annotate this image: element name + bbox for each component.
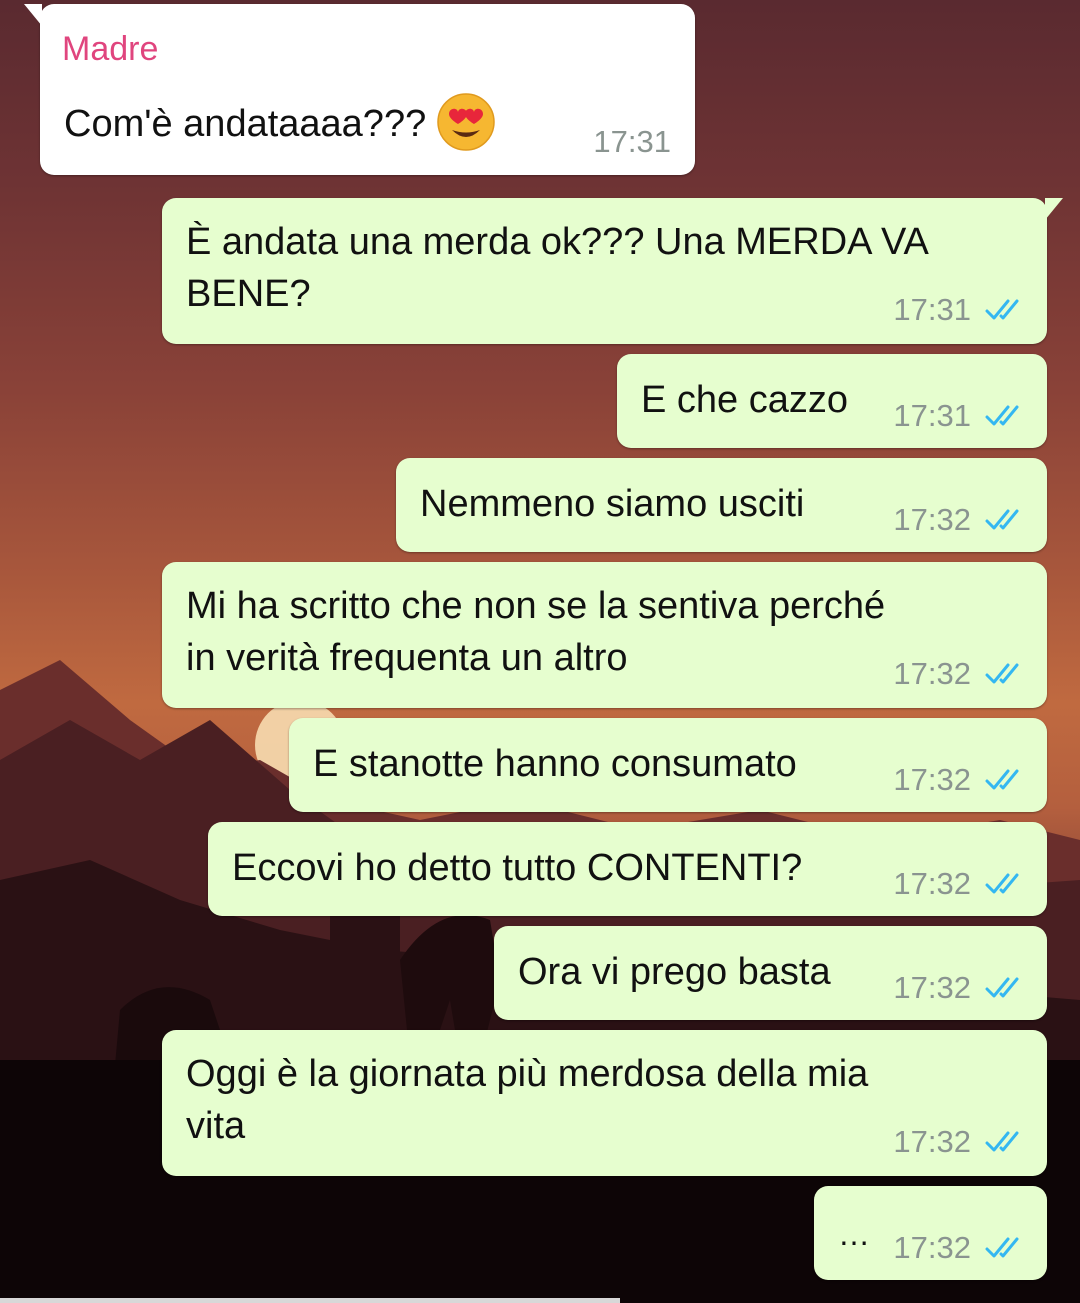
message-time: 17:32 — [893, 1230, 971, 1265]
message-bubble-outgoing[interactable]: Nemmeno siamo usciti 17:32 — [396, 458, 1047, 552]
message-time: 17:32 — [893, 656, 971, 691]
message-bubble-outgoing[interactable]: Oggi è la giornata più merdosa della mia… — [162, 1030, 1047, 1176]
bubble-tail — [24, 4, 42, 26]
bubble-tail — [1045, 198, 1063, 220]
message-bubble-incoming[interactable]: Madre Com'è andataaaa??? 17:31 — [24, 4, 695, 175]
message-meta: 17:32 — [893, 866, 1023, 902]
message-text-line: Ora vi prego basta — [518, 951, 831, 993]
message-meta: 17:32 — [893, 1124, 1023, 1160]
message-text-line: È andata una merda ok??? Una MERDA VA — [186, 221, 929, 263]
read-double-check-icon — [985, 663, 1019, 684]
message-text-line: Eccovi ho detto tutto CONTENTI? — [232, 847, 803, 889]
message-text: Com'è andataaaa??? — [64, 93, 496, 156]
message-time: 17:32 — [893, 502, 971, 537]
read-double-check-icon — [985, 299, 1019, 320]
read-double-check-icon — [985, 509, 1019, 530]
heart-eyes-emoji-icon — [436, 92, 496, 152]
message-meta: 17:31 — [593, 124, 671, 160]
message-text-line: Nemmeno siamo usciti — [420, 483, 805, 525]
message-text-line: … — [838, 1216, 870, 1252]
read-double-check-icon — [985, 873, 1019, 894]
read-double-check-icon — [985, 1237, 1019, 1258]
message-meta: 17:31 — [893, 292, 1023, 328]
message-bubble-outgoing[interactable]: E stanotte hanno consumato 17:32 — [289, 718, 1047, 812]
message-bubble-outgoing[interactable]: È andata una merda ok??? Una MERDA VA BE… — [162, 198, 1063, 344]
message-bubble-outgoing[interactable]: E che cazzo 17:31 — [617, 354, 1047, 448]
message-meta: 17:31 — [893, 398, 1023, 434]
message-bubble-outgoing[interactable]: Mi ha scritto che non se la sentiva perc… — [162, 562, 1047, 708]
message-meta: 17:32 — [893, 1230, 1023, 1266]
message-meta: 17:32 — [893, 762, 1023, 798]
read-double-check-icon — [985, 405, 1019, 426]
message-time: 17:32 — [893, 970, 971, 1005]
message-time: 17:32 — [893, 762, 971, 797]
message-text-line: in verità frequenta un altro — [186, 637, 628, 679]
message-meta: 17:32 — [893, 970, 1023, 1006]
read-double-check-icon — [985, 1131, 1019, 1152]
read-double-check-icon — [985, 977, 1019, 998]
chat-message-list[interactable]: Madre Com'è andataaaa??? 17:31 È andata … — [0, 0, 1080, 1303]
message-time: 17:31 — [893, 292, 971, 327]
message-time: 17:32 — [893, 866, 971, 901]
message-text-line: BENE? — [186, 273, 311, 315]
message-text-line: vita — [186, 1105, 246, 1147]
message-time: 17:32 — [893, 1124, 971, 1159]
message-text-line: E che cazzo — [641, 379, 848, 421]
sender-name: Madre — [62, 30, 159, 68]
message-meta: 17:32 — [893, 502, 1023, 538]
message-bubble-outgoing[interactable]: Ora vi prego basta 17:32 — [494, 926, 1047, 1020]
read-double-check-icon — [985, 769, 1019, 790]
message-bubble-outgoing[interactable]: … 17:32 — [814, 1186, 1047, 1280]
message-bubble-outgoing[interactable]: Eccovi ho detto tutto CONTENTI? 17:32 — [208, 822, 1047, 916]
message-text-line: Mi ha scritto che non se la sentiva perc… — [186, 585, 886, 627]
message-text-line: E stanotte hanno consumato — [313, 743, 797, 785]
message-time: 17:31 — [893, 398, 971, 433]
message-time: 17:31 — [593, 124, 671, 159]
message-meta: 17:32 — [893, 656, 1023, 692]
message-text-line: Oggi è la giornata più merdosa della mia — [186, 1053, 869, 1095]
